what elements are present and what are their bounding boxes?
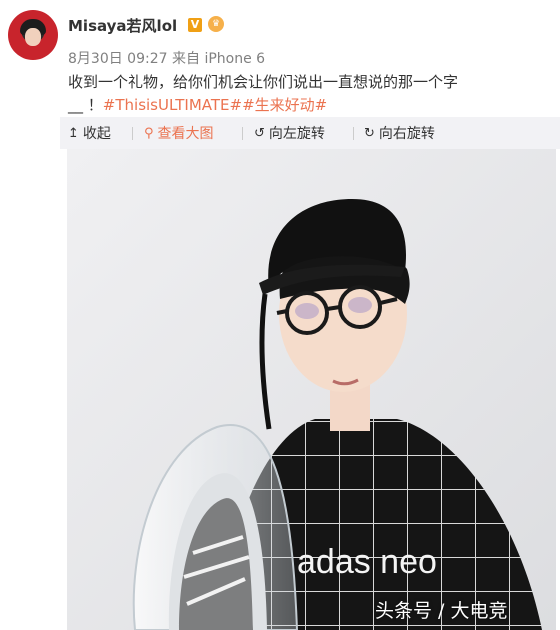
rotate-left-icon: ↺ — [254, 125, 265, 141]
collapse-label: 收起 — [82, 126, 111, 142]
view-large-button[interactable]: ⚲ 查看大图 — [144, 123, 214, 143]
rotate-right-label: 向右旋转 — [378, 126, 435, 142]
hashtag-link-ultimate[interactable]: #ThisisULTIMATE# — [103, 96, 242, 114]
toolbar-divider — [353, 127, 354, 140]
hashtag-link-shenglai[interactable]: #生来好动# — [242, 96, 327, 114]
verified-badge-icon[interactable]: V — [188, 18, 202, 32]
member-crown-icon[interactable]: ♛ — [208, 16, 224, 32]
photo-illustration: adas neo — [67, 149, 556, 630]
arrow-up-icon: ↥ — [68, 125, 79, 141]
collapse-button[interactable]: ↥ 收起 — [68, 123, 111, 143]
post-source[interactable]: iPhone 6 — [204, 51, 265, 67]
post-text-blank: __ — [68, 96, 83, 114]
image-toolbar: ↥ 收起 ⚲ 查看大图 ↺ 向左旋转 ↻ 向右旋转 — [60, 117, 560, 149]
username-link[interactable]: Misaya若风lol — [68, 15, 177, 36]
watermark-text: 头条号 / 大电竞 — [375, 600, 508, 622]
source-prefix: 来自 — [171, 51, 200, 67]
view-large-label: 查看大图 — [157, 126, 214, 142]
post-date[interactable]: 8月30日 09:27 — [68, 51, 168, 67]
rotate-left-button[interactable]: ↺ 向左旋转 — [254, 123, 325, 143]
avatar-face — [25, 28, 41, 46]
toolbar-divider — [132, 127, 133, 140]
post-text-line1: 收到一个礼物，给你们机会让你们说出一直想说的那一个字 — [68, 73, 459, 91]
rotate-right-icon: ↻ — [364, 125, 375, 141]
rotate-right-button[interactable]: ↻ 向右旋转 — [364, 123, 435, 143]
magnifier-icon: ⚲ — [144, 125, 154, 141]
rotate-left-label: 向左旋转 — [268, 126, 325, 142]
toolbar-divider — [242, 127, 243, 140]
user-avatar[interactable] — [8, 10, 58, 60]
post-meta: 8月30日 09:27 来自 iPhone 6 — [68, 48, 265, 68]
shirt-print: adas neo — [297, 543, 437, 581]
post-text-exclaim: ！ — [87, 96, 103, 114]
post-photo[interactable]: adas neo 头条号 / 大电竞 — [67, 149, 556, 630]
post-text: 收到一个礼物，给你们机会让你们说出一直想说的那一个字 __ ！#ThisisUL… — [68, 71, 548, 117]
